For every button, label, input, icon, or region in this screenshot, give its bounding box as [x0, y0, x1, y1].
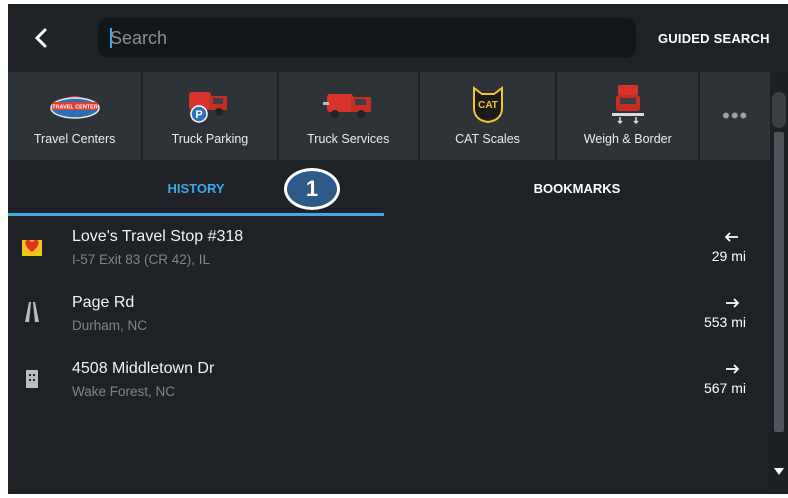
category-truck-parking[interactable]: P Truck Parking	[143, 72, 279, 160]
list-item[interactable]: Page Rd Durham, NC 553 mi	[8, 286, 770, 352]
distance: 567 mi	[703, 380, 746, 396]
list-item[interactable]: 4508 Middletown Dr Wake Forest, NC 567 m…	[8, 352, 770, 418]
place-name: 4508 Middletown Dr	[72, 360, 215, 377]
loves-logo-icon	[22, 240, 42, 256]
list-item[interactable]: Love's Travel Stop #318 I-57 Exit 83 (CR…	[8, 220, 770, 286]
back-button[interactable]	[8, 4, 74, 72]
distance: 29 mi	[711, 248, 746, 264]
category-label: Truck Parking	[171, 132, 249, 146]
cat-badge-text: CAT	[478, 100, 498, 111]
place-name: Love's Travel Stop #318	[72, 228, 244, 245]
callout-marker: 1	[284, 168, 340, 210]
truck-parking-icon: P	[180, 82, 240, 126]
arrow-left-icon	[724, 232, 738, 242]
scrollbar[interactable]	[770, 72, 788, 494]
cat-scales-icon: CAT	[458, 82, 518, 126]
category-label: Truck Services	[307, 132, 390, 146]
category-weigh-border[interactable]: Weigh & Border	[557, 72, 701, 160]
more-categories-button[interactable]: •••	[700, 72, 771, 160]
guided-search-button[interactable]: GUIDED SEARCH	[658, 4, 788, 72]
road-icon	[25, 302, 39, 322]
parking-badge-text: P	[195, 109, 202, 121]
distance: 553 mi	[703, 314, 746, 330]
search-input[interactable]	[110, 18, 610, 58]
history-list: Love's Travel Stop #318 I-57 Exit 83 (CR…	[8, 220, 770, 418]
place-address: I-57 Exit 83 (CR 42), IL	[72, 252, 211, 267]
arrow-right-icon	[726, 364, 740, 374]
truck-services-icon	[318, 82, 378, 126]
top-bar: GUIDED SEARCH	[8, 4, 788, 72]
place-address: Wake Forest, NC	[72, 384, 176, 399]
travel-center-badge-text: TRAVEL CENTER	[52, 105, 98, 111]
scroll-up-handle[interactable]	[772, 92, 786, 128]
more-icon: •••	[722, 103, 749, 128]
place-name: Page Rd	[72, 294, 135, 311]
arrow-right-icon	[726, 298, 740, 308]
category-truck-services[interactable]: Truck Services	[278, 72, 420, 160]
category-cat-scales[interactable]: CAT CAT Scales	[419, 72, 558, 160]
scroll-thumb[interactable]	[774, 132, 784, 432]
building-icon	[26, 370, 38, 388]
category-label: CAT Scales	[455, 132, 520, 146]
category-bar: TRAVEL CENTER Travel Centers P Truck Par…	[8, 72, 771, 160]
place-address: Durham, NC	[72, 318, 148, 333]
search-box[interactable]	[98, 18, 636, 58]
tab-bookmarks[interactable]: BOOKMARKS	[384, 160, 770, 216]
tab-bar: HISTORY BOOKMARKS	[8, 160, 770, 216]
category-label: Weigh & Border	[583, 132, 672, 146]
travel-center-icon: TRAVEL CENTER	[45, 82, 105, 126]
category-travel-centers[interactable]: TRAVEL CENTER Travel Centers	[8, 72, 144, 160]
weigh-border-icon	[598, 82, 658, 126]
category-label: Travel Centers	[33, 132, 116, 146]
app-window: GUIDED SEARCH TRAVEL CENTER Travel Cente…	[8, 4, 788, 494]
active-tab-indicator	[8, 213, 384, 216]
chevron-left-icon	[34, 28, 47, 48]
scroll-down-icon[interactable]	[772, 464, 786, 478]
